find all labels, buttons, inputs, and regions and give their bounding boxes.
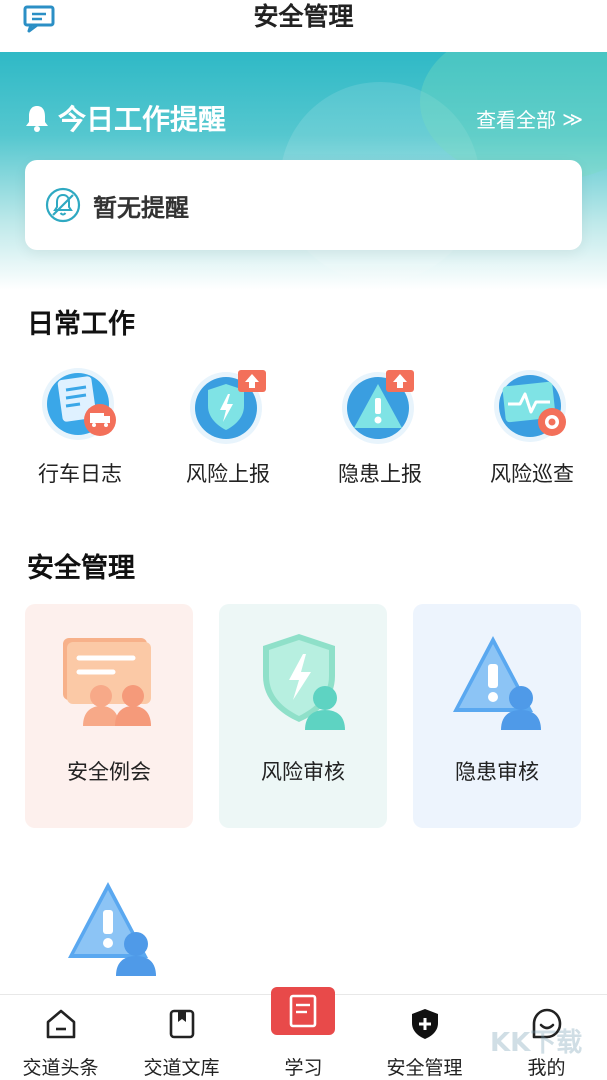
shield-plus-icon xyxy=(412,1009,438,1039)
risk-report-icon xyxy=(190,370,266,444)
library-icon xyxy=(169,1009,195,1039)
page-title: 安全管理 xyxy=(253,2,354,31)
daily-item-driving-log[interactable]: 行车日志 xyxy=(20,362,140,492)
tab-study[interactable]: 学习 xyxy=(243,987,364,1080)
tab-label: 交道头条 xyxy=(22,1057,99,1079)
tab-label: 交道文库 xyxy=(143,1057,220,1079)
safety-meeting-card[interactable]: 安全例会 xyxy=(25,604,193,828)
tab-safety-management[interactable]: 安全管理 xyxy=(364,995,485,1080)
risk-inspection-icon xyxy=(494,370,566,442)
daily-item-hazard-report[interactable]: 隐患上报 xyxy=(320,362,440,492)
empty-reminder-text: 暂无提醒 xyxy=(93,193,189,222)
double-chevron-right-icon: ≫ xyxy=(562,106,583,131)
safety-meeting-icon xyxy=(63,638,151,726)
hazard-review-icon xyxy=(453,636,541,730)
view-all-link[interactable]: 查看全部 ≫ xyxy=(476,104,583,133)
daily-item-risk-report[interactable]: 风险上报 xyxy=(168,362,288,492)
hazard-report-icon xyxy=(342,370,414,444)
risk-review-card[interactable]: 风险审核 xyxy=(219,604,387,828)
risk-review-icon xyxy=(263,634,345,730)
driving-log-icon xyxy=(42,368,116,440)
daily-item-risk-inspection[interactable]: 风险巡查 xyxy=(472,362,592,492)
tab-library[interactable]: 交道文库 xyxy=(121,995,242,1080)
safety-management-title: 安全管理 xyxy=(27,553,135,584)
app-screen: 安全管理 今日工作提醒 查看全部 ≫ 暂无提醒 日常工作 行车日志 风险上报 隐… xyxy=(0,0,607,1080)
tab-label: 安全管理 xyxy=(386,1057,463,1079)
tab-label: 学习 xyxy=(284,1057,323,1079)
daily-work-grid: 行车日志 风险上报 隐患上报 风险巡查 xyxy=(0,362,607,492)
book-icon xyxy=(271,987,335,1035)
reminder-card[interactable]: 暂无提醒 xyxy=(25,160,582,250)
watermark: KK下载 xyxy=(490,1028,583,1058)
daily-item-label: 隐患上报 xyxy=(338,462,422,486)
tab-headlines[interactable]: 交道头条 xyxy=(0,995,121,1080)
reminder-title: 今日工作提醒 xyxy=(58,103,227,136)
hazard-review-card[interactable]: 隐患审核 xyxy=(413,604,581,828)
daily-item-label: 行车日志 xyxy=(38,462,122,486)
daily-item-label: 风险上报 xyxy=(186,462,270,486)
bell-icon xyxy=(26,106,48,132)
view-all-label: 查看全部 xyxy=(476,108,557,132)
top-header: 安全管理 xyxy=(0,0,607,52)
daily-item-label: 风险巡查 xyxy=(490,462,574,486)
reminder-heading: 今日工作提醒 xyxy=(24,98,226,138)
hazard-user-icon[interactable] xyxy=(52,876,172,986)
home-icon xyxy=(46,1009,76,1039)
safety-card-label: 安全例会 xyxy=(67,760,151,784)
reminder-banner: 今日工作提醒 查看全部 ≫ 暂无提醒 xyxy=(0,52,607,290)
safety-card-label: 风险审核 xyxy=(261,760,345,784)
daily-work-title: 日常工作 xyxy=(27,309,135,340)
safety-card-label: 隐患审核 xyxy=(455,760,539,784)
bell-off-icon xyxy=(45,187,81,223)
